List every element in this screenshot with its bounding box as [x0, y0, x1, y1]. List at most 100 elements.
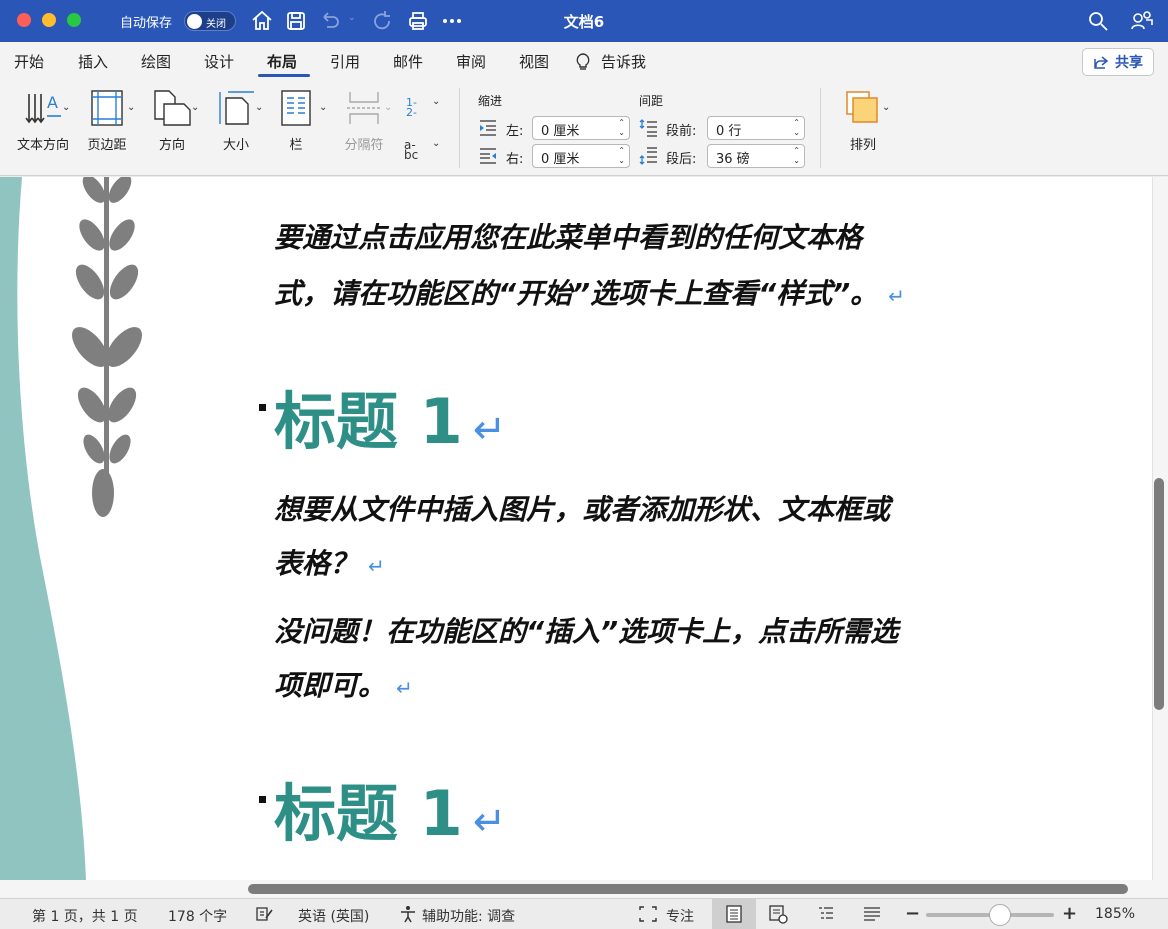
tab-insert[interactable]: 插入: [78, 51, 108, 72]
more-icon[interactable]: [440, 9, 464, 33]
redo-icon[interactable]: [370, 9, 394, 33]
web-layout-view-icon[interactable]: [768, 904, 788, 924]
account-icon[interactable]: [1130, 9, 1154, 33]
paragraph-2-line-2[interactable]: 表格？ ↵: [274, 531, 385, 599]
stepper-arrows-icon[interactable]: ⌃ ⌄: [793, 146, 800, 166]
outline-view-icon[interactable]: [816, 904, 836, 924]
zoom-in-button[interactable]: +: [1062, 903, 1077, 924]
toggle-knob: [187, 14, 202, 29]
indent-left-field[interactable]: 0 厘米 ⌃ ⌄: [532, 116, 630, 140]
zoom-level[interactable]: 185%: [1095, 906, 1135, 922]
hyphenation-icon[interactable]: a- bc: [404, 139, 424, 161]
paragraph-3-line-2[interactable]: 项即可。 ↵: [274, 653, 413, 721]
tab-home[interactable]: 开始: [14, 51, 44, 72]
heading-bullet: [259, 796, 266, 803]
accessibility-status[interactable]: 辅助功能: 调查: [422, 906, 515, 926]
document-title: 文档6: [563, 13, 605, 31]
chevron-down-icon[interactable]: ⌄: [62, 102, 70, 113]
accessibility-icon[interactable]: [398, 904, 418, 924]
tab-draw[interactable]: 绘图: [141, 51, 171, 72]
home-icon[interactable]: [250, 9, 274, 33]
chevron-down-icon[interactable]: ⌄: [127, 102, 135, 113]
indent-right-field[interactable]: 0 厘米 ⌃ ⌄: [532, 144, 630, 168]
print-layout-view-icon[interactable]: [724, 904, 744, 924]
save-icon[interactable]: [284, 9, 308, 33]
tab-view[interactable]: 视图: [519, 51, 549, 72]
paragraph-1-line-2[interactable]: 式，请在功能区的“开始”选项卡上查看“样式”。 ↵: [274, 261, 905, 329]
spacing-before-label: 段前:: [666, 124, 697, 139]
page-count[interactable]: 第 1 页，共 1 页: [32, 906, 138, 926]
svg-text:A: A: [47, 93, 58, 112]
breaks-label: 分隔符: [344, 138, 384, 153]
tab-design[interactable]: 设计: [204, 51, 234, 72]
spacing-before-field[interactable]: 0 行 ⌃ ⌄: [707, 116, 805, 140]
chevron-down-icon[interactable]: ⌄: [319, 102, 327, 113]
chevron-down-icon[interactable]: ⌄: [432, 96, 440, 107]
breaks-icon: [347, 92, 381, 124]
word-count[interactable]: 178 个字: [168, 906, 227, 926]
stepper-arrows-icon[interactable]: ⌃ ⌄: [618, 146, 625, 166]
autosave-toggle[interactable]: 关闭: [184, 11, 236, 31]
zoom-slider-thumb[interactable]: [989, 904, 1011, 926]
orientation-button[interactable]: 方向: [146, 88, 198, 153]
focus-mode-label[interactable]: 专注: [666, 906, 694, 926]
tab-tell-me[interactable]: 告诉我: [601, 51, 646, 72]
share-label: 共享: [1115, 55, 1143, 71]
active-tab-indicator: [258, 74, 310, 77]
paragraph-mark-icon: ↵: [396, 676, 413, 700]
spacing-after-field[interactable]: 36 磅 ⌃ ⌄: [707, 144, 805, 168]
zoom-out-button[interactable]: −: [905, 903, 920, 924]
undo-icon[interactable]: [318, 9, 342, 33]
indent-right-icon: [480, 148, 496, 164]
margins-label: 页边距: [87, 138, 127, 153]
title-bar: 自动保存 关闭 ⌄ 文档6: [0, 0, 1168, 42]
tab-references[interactable]: 引用: [330, 51, 360, 72]
heading-1-second[interactable]: 标题 1 ↵: [274, 763, 506, 853]
vertical-scroll-thumb[interactable]: [1154, 478, 1164, 710]
text-direction-label: 文本方向: [16, 138, 69, 153]
page-size-icon: [219, 91, 254, 125]
zoom-window-button[interactable]: [67, 13, 81, 27]
size-label: 大小: [222, 138, 249, 153]
arrange-button[interactable]: 排列: [834, 88, 892, 153]
tab-review[interactable]: 审阅: [456, 51, 486, 72]
share-button[interactable]: 共享: [1082, 48, 1154, 76]
columns-button[interactable]: 栏: [276, 88, 316, 153]
margins-button[interactable]: 页边距: [84, 88, 130, 153]
print-icon[interactable]: [406, 9, 430, 33]
indent-section-title: 缩进: [478, 94, 503, 108]
focus-mode-icon[interactable]: [638, 904, 658, 924]
tab-mailings[interactable]: 邮件: [393, 51, 423, 72]
text-run: 式，请在功能区的“开始”选项卡上查看“样式”。: [274, 277, 879, 310]
size-button[interactable]: 大小: [210, 88, 262, 153]
line-numbers-icon[interactable]: 1- 2-: [406, 97, 426, 118]
heading-1-first[interactable]: 标题 1 ↵: [274, 371, 506, 461]
indent-left-value: 0 厘米: [541, 124, 580, 139]
text-direction-button[interactable]: A 文本方向: [12, 88, 74, 153]
text-run: 表格？: [274, 547, 359, 580]
proofing-icon[interactable]: [254, 904, 274, 924]
chevron-down-icon[interactable]: ⌄: [255, 102, 263, 113]
stepper-arrows-icon[interactable]: ⌃ ⌄: [618, 118, 625, 138]
arrange-label: 排列: [849, 138, 876, 153]
language-indicator[interactable]: 英语 (英国): [298, 906, 369, 926]
share-icon: [1094, 56, 1109, 69]
heading-bullet: [259, 404, 266, 411]
search-icon[interactable]: [1086, 9, 1110, 33]
tab-layout[interactable]: 布局: [267, 51, 297, 72]
close-window-button[interactable]: [17, 13, 31, 27]
horizontal-scroll-thumb[interactable]: [248, 884, 1128, 894]
undo-dropdown-icon[interactable]: ⌄: [348, 13, 356, 23]
document-canvas[interactable]: 要通过点击应用您在此菜单中看到的任何文本格 式，请在功能区的“开始”选项卡上查看…: [0, 177, 1152, 880]
chevron-down-icon[interactable]: ⌄: [191, 102, 199, 113]
chevron-down-icon[interactable]: ⌄: [384, 102, 392, 113]
minimize-window-button[interactable]: [42, 13, 56, 27]
chevron-down-icon[interactable]: ⌄: [882, 102, 890, 113]
breaks-button[interactable]: 分隔符: [338, 88, 390, 153]
paragraph-mark-icon: ↵: [472, 799, 507, 845]
draft-view-icon[interactable]: [862, 904, 882, 924]
columns-icon: [281, 90, 311, 126]
stepper-arrows-icon[interactable]: ⌃ ⌄: [793, 118, 800, 138]
orientation-icon: [154, 90, 191, 126]
chevron-down-icon[interactable]: ⌄: [432, 138, 440, 149]
